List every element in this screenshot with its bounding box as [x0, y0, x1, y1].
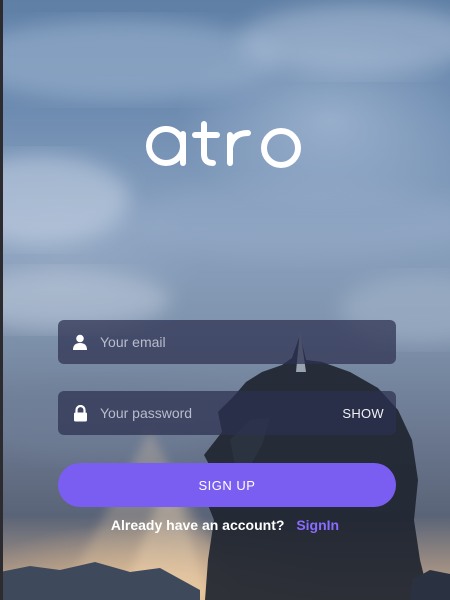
signin-prompt: Already have an account? SignIn	[0, 517, 450, 533]
password-input[interactable]	[100, 405, 343, 421]
email-input[interactable]	[100, 334, 396, 350]
login-screen: atro SHOW SIGN UP Already have an accoun…	[0, 0, 450, 600]
atro-logo: atro	[140, 118, 301, 168]
signin-link[interactable]: SignIn	[296, 517, 339, 533]
sign-up-button[interactable]: SIGN UP	[58, 463, 396, 507]
svg-text:atro: atro	[140, 118, 142, 119]
show-password-toggle[interactable]: SHOW	[342, 406, 384, 421]
window-edge	[0, 0, 3, 600]
email-field[interactable]	[58, 320, 396, 364]
user-icon	[60, 334, 100, 350]
mountain-silhouette	[0, 562, 450, 600]
lock-icon	[60, 404, 100, 422]
statue-silhouette	[204, 330, 430, 600]
signin-prompt-text: Already have an account?	[110, 517, 285, 533]
password-field[interactable]: SHOW	[58, 391, 396, 435]
